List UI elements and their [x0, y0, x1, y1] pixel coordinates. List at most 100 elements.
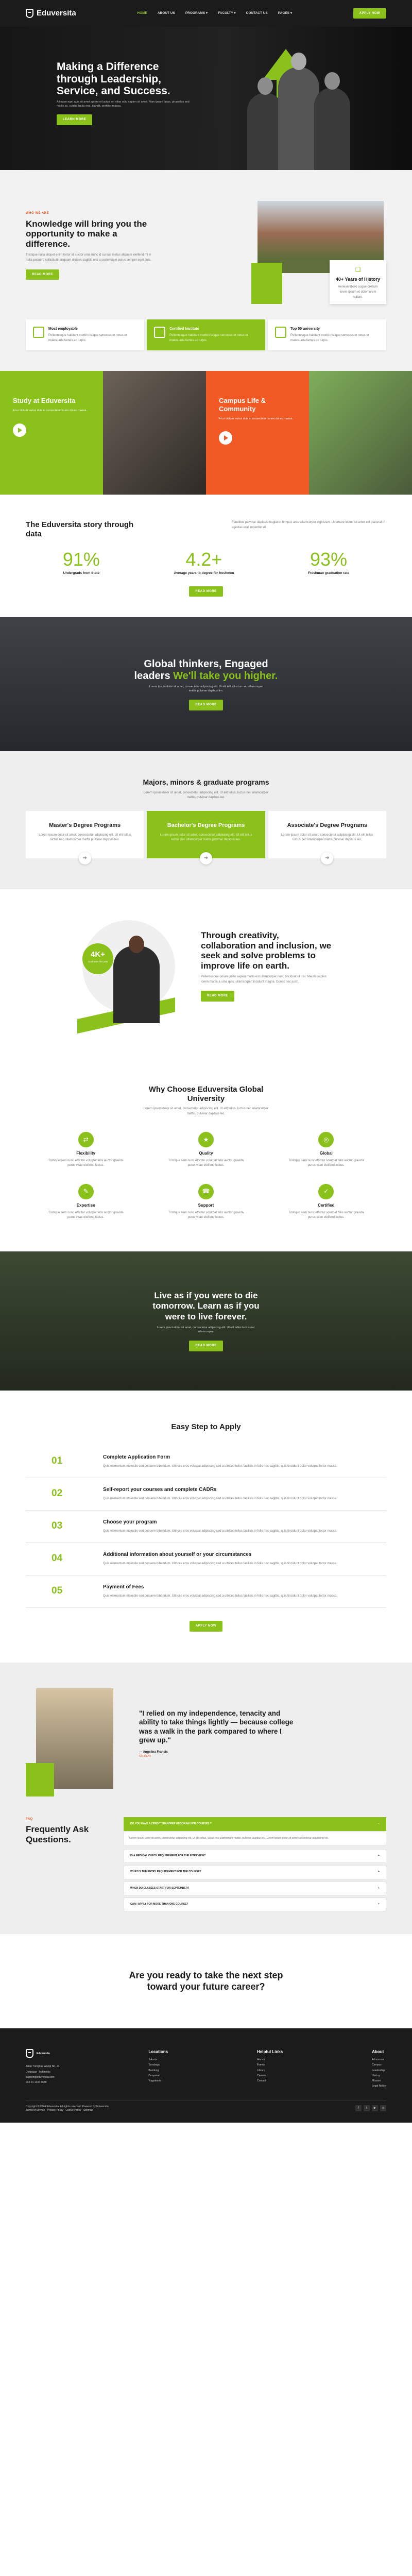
faq-answer: Lorem ipsum dolor sit amet, consectetur … [124, 1831, 386, 1846]
about-description: Tristique nulla aliquet enim tortor at a… [26, 253, 151, 262]
play-icon[interactable] [13, 423, 26, 437]
programs-text: Lorem ipsum dolor sit amet, consectetur … [143, 791, 269, 800]
footer-links: Helpful Links Alumni Events Library Careers… [257, 2049, 283, 2082]
footer-logo[interactable]: Eduversita [26, 2049, 59, 2060]
hero-learn-more-button[interactable]: LEARN MORE [57, 114, 93, 126]
arrow-right-icon[interactable]: ➜ [321, 852, 334, 865]
stat-item: 93% Freshman graduation rate [307, 549, 350, 575]
copyright: Copyright © 2024 Eduversita. All rights … [26, 2105, 110, 2108]
inclusion-read-more-button[interactable]: READ MORE [201, 991, 235, 1002]
main-nav: HOME ABOUT US PROGRAMS ▾ FACULTY ▾ CONTA… [137, 11, 292, 15]
inclusion-text: Pellentesque ornare justo sapien mollis … [201, 975, 327, 984]
program-card[interactable]: Master's Degree Programs Lorem ipsum dolo… [26, 810, 144, 865]
why-item: ✓ Certified Tristique sem nunc efficitur v… [266, 1184, 386, 1221]
step-item: 03 Choose your program Quis elementum mole… [26, 1511, 386, 1543]
cta-section: Are you ready to take the next step towa… [0, 1934, 412, 2029]
faq-question[interactable]: WHEN DO CLASSES START FOR SEPTEMBER? + [124, 1881, 386, 1895]
youtube-icon[interactable]: ▶ [372, 2105, 378, 2111]
quality-icon: ★ [198, 1132, 214, 1148]
faq-question[interactable]: DO YOU HAVE A CREDIT TRANSFER PROGRAM FO… [124, 1817, 386, 1831]
arrow-right-icon[interactable]: ➜ [78, 852, 91, 865]
globe-icon: ◎ [318, 1132, 334, 1148]
bookmark-icon: ❏ [355, 266, 361, 273]
faq-question[interactable]: IS A MEDICAL CHECK REQUIREMENT FOR THE I… [124, 1849, 386, 1863]
faq-question[interactable]: WHAT IS THE ENTRY REQUIREMENT FOR THE CO… [124, 1865, 386, 1879]
footer-bottom-links[interactable]: Terms of Service · Privacy Policy · Cook… [26, 2109, 93, 2112]
faq-question[interactable]: CAN I APPLY FOR MORE THAN ONE COURSE? + [124, 1897, 386, 1912]
flexibility-icon: ⇄ [78, 1132, 94, 1148]
feature-item: Most employable Pellentesque habitant mor… [26, 319, 144, 351]
nav-home[interactable]: HOME [137, 11, 147, 15]
history-card: ❏ 40+ Years of History Aenean libero aug… [330, 260, 386, 304]
twitter-icon[interactable]: t [364, 2105, 370, 2111]
footer-phone[interactable]: +62 21 1234 5678 [26, 2081, 59, 2084]
quote-banner-read-more-button[interactable]: READ MORE [189, 1341, 223, 1351]
study-panel-image [103, 371, 206, 495]
testimonial-role: STUDENT [139, 1754, 151, 1758]
why-item: ✎ Expertise Tristique sem nunc efficitur v… [26, 1184, 146, 1221]
program-card[interactable]: Associate's Degree Programs Lorem ipsum d… [268, 810, 386, 865]
why-title: Why Choose Eduversita Global University [148, 1085, 264, 1104]
footer-email[interactable]: support@eduversita.com [26, 2076, 59, 2079]
study-campus-panels: Study at Eduversita Arcu dictum varius d… [0, 371, 412, 495]
step-item: 05 Payment of Fees Quis elementum molestie… [26, 1575, 386, 1608]
testimonial-faq-section: "I relied on my independence, tenacity a… [0, 1662, 412, 1935]
faq-accordion: DO YOU HAVE A CREDIT TRANSFER PROGRAM FO… [124, 1817, 412, 1914]
plus-icon: + [378, 1902, 380, 1906]
step-item: 01 Complete Application Form Quis elementu… [26, 1446, 386, 1478]
campus-building-image: ❏ 40+ Years of History Aenean libero aug… [251, 201, 386, 309]
graduates-badge: 4K+ Graduates this year [82, 943, 113, 975]
play-icon[interactable] [219, 431, 232, 445]
hero-title: Making a Difference through Leadership, … [57, 61, 170, 97]
nav-pages[interactable]: PAGES ▾ [278, 11, 292, 15]
history-card-title: 40+ Years of History [335, 277, 381, 282]
program-cards: Master's Degree Programs Lorem ipsum dolo… [26, 810, 386, 865]
quote-banner-title: Live as if you were to die tomorrow. Lea… [152, 1290, 260, 1321]
campus-panel-title: Campus Life & Community [219, 397, 266, 413]
banner-read-more-button[interactable]: READ MORE [189, 699, 223, 710]
nav-programs[interactable]: PROGRAMS ▾ [185, 11, 208, 15]
hero-text-block: Making a Difference through Leadership, … [57, 61, 196, 126]
why-grid: ⇄ Flexibility Tristique sem nunc efficitur… [26, 1132, 386, 1221]
apply-steps-section: Easy Step to Apply 01 Complete Applicatio… [0, 1390, 412, 1663]
student-laptop-image: 4K+ Graduates this year [77, 915, 180, 1034]
stats-row: 91% Undergrads from State 4.2+ Average yea… [26, 549, 386, 575]
story-read-more-button[interactable]: READ MORE [189, 586, 223, 597]
footer-locations: Locations Jakarta Surabaya Bandung Denpasar… [148, 2049, 168, 2082]
nav-faculty[interactable]: FACULTY ▾ [218, 11, 235, 15]
plus-icon: + [378, 1870, 380, 1874]
instagram-icon[interactable]: ◎ [380, 2105, 386, 2111]
testimonial-quote: "I relied on my independence, tenacity a… [139, 1709, 294, 1744]
nav-contact[interactable]: CONTACT US [246, 11, 268, 15]
footer-about: About Admission Campus Leadership History Mi… [372, 2049, 386, 2088]
minus-icon: − [378, 1822, 380, 1825]
facebook-icon[interactable]: f [355, 2105, 362, 2111]
why-item: ◎ Global Tristique sem nunc efficitur volu… [266, 1132, 386, 1168]
about-eyebrow: WHO WE ARE [26, 212, 49, 215]
brand-logo[interactable]: Eduversita [26, 8, 76, 19]
footer-city: Denpasar - Indonesia [26, 2070, 50, 2074]
about-title: Knowledge will bring you the opportunity… [26, 218, 147, 249]
why-choose-section: Why Choose Eduversita Global University … [0, 1059, 412, 1251]
expertise-icon: ✎ [78, 1184, 94, 1200]
feature-item: Top 50 university Pellentesque habitant m… [268, 319, 386, 351]
step-item: 04 Additional information about yourself … [26, 1543, 386, 1575]
shield-icon [26, 2049, 33, 2059]
history-card-text: Aenean libero augue pretium lorem ipsum … [338, 285, 378, 299]
programs-title: Majors, minors & graduate programs [143, 778, 269, 787]
arrow-right-icon[interactable]: ➜ [199, 852, 212, 865]
why-item: ★ Quality Tristique sem nunc efficitur vol… [146, 1132, 266, 1168]
header-apply-button[interactable]: APPLY NOW [353, 8, 386, 19]
quote-banner: Live as if you were to die tomorrow. Lea… [0, 1251, 412, 1391]
faq-eyebrow: FAQ [26, 1817, 33, 1821]
employable-icon [33, 327, 44, 338]
about-read-more-button[interactable]: READ MORE [26, 269, 60, 280]
campus-panel-image [309, 371, 412, 495]
steps-apply-button[interactable]: APPLY NOW [189, 1621, 223, 1632]
faq-title: Frequently Ask Questions. [26, 1824, 89, 1844]
testimonial-author: — Angelina Francis [139, 1750, 168, 1754]
campus-panel: Campus Life & Community Arcu dictum vari… [206, 371, 412, 495]
nav-about[interactable]: ABOUT US [158, 11, 175, 15]
program-card[interactable]: Bachelor's Degree Programs Lorem ipsum do… [147, 810, 265, 865]
why-item: ⇄ Flexibility Tristique sem nunc efficitur… [26, 1132, 146, 1168]
